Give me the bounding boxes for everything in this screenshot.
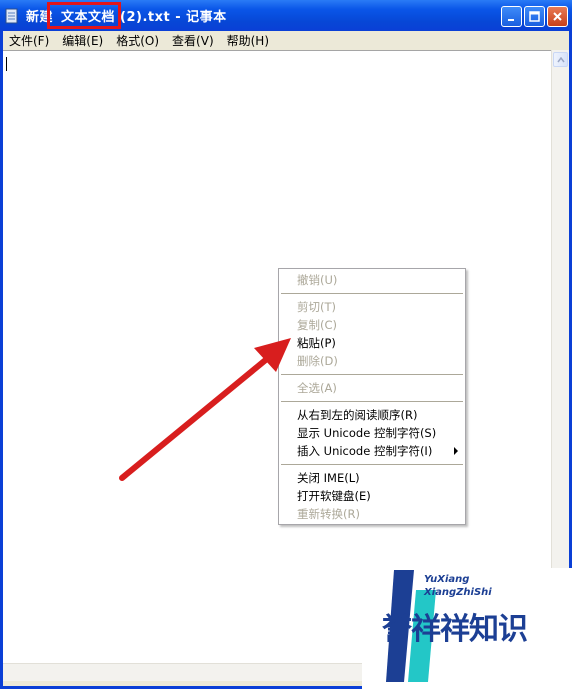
watermark: YuXiang XiangZhiShi 誉祥祥知识 [362,568,572,689]
watermark-line1: YuXiang [424,574,470,585]
arrow-shaft [119,355,271,481]
watermark-brand: 誉祥祥知识 [382,612,528,647]
watermark-line2: XiangZhiShi [424,587,492,598]
